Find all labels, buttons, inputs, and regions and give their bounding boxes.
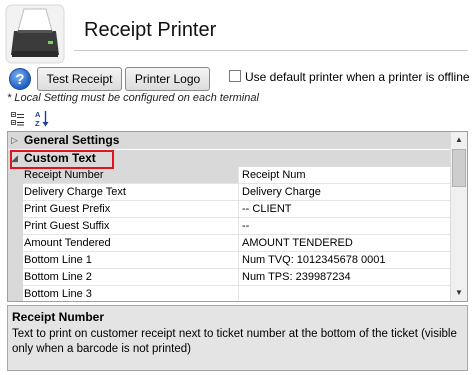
row-gutter <box>8 252 23 269</box>
description-panel: Receipt Number Text to print on customer… <box>7 305 468 371</box>
category-general-settings[interactable]: ▷ General Settings <box>8 132 450 149</box>
row-gutter <box>8 269 23 286</box>
help-icon[interactable]: ? <box>9 68 31 90</box>
default-printer-checkbox[interactable] <box>229 70 241 82</box>
scroll-thumb[interactable] <box>452 149 466 187</box>
page-title: Receipt Printer <box>84 19 217 41</box>
property-row-bottom-line-1[interactable]: Bottom Line 1 Num TVQ: 1012345678 0001 <box>8 252 450 269</box>
property-row-print-guest-prefix[interactable]: Print Guest Prefix -- CLIENT <box>8 201 450 218</box>
scroll-up-arrow-icon[interactable]: ▲ <box>451 132 467 148</box>
property-grid[interactable]: ▷ General Settings ◢ Custom Text Receipt… <box>7 131 468 302</box>
local-setting-note: * Local Setting must be configured on ea… <box>7 92 259 104</box>
printer-logo-button[interactable]: Printer Logo <box>125 67 210 91</box>
custom-text-highlight-box <box>10 150 114 169</box>
row-gutter <box>8 286 23 301</box>
property-row-delivery-charge-text[interactable]: Delivery Charge Text Delivery Charge <box>8 184 450 201</box>
row-gutter <box>8 235 23 252</box>
property-name: Print Guest Prefix <box>23 201 239 217</box>
row-gutter <box>8 201 23 218</box>
description-title: Receipt Number <box>12 310 105 324</box>
property-name: Bottom Line 2 <box>23 269 239 285</box>
property-name: Bottom Line 3 <box>23 286 239 301</box>
row-gutter <box>8 167 23 184</box>
property-row-bottom-line-2[interactable]: Bottom Line 2 Num TPS: 239987234 <box>8 269 450 286</box>
category-label: General Settings <box>24 133 120 147</box>
property-row-bottom-line-3[interactable]: Bottom Line 3 <box>8 286 450 301</box>
row-gutter <box>8 218 23 235</box>
test-receipt-button[interactable]: Test Receipt <box>37 67 122 91</box>
property-row-amount-tendered[interactable]: Amount Tendered AMOUNT TENDERED <box>8 235 450 252</box>
grid-scrollbar[interactable]: ▲ ▼ <box>450 132 467 301</box>
property-name: Amount Tendered <box>23 235 239 251</box>
property-value[interactable]: -- CLIENT <box>242 201 450 217</box>
property-value[interactable]: -- <box>242 218 450 234</box>
row-gutter <box>8 184 23 201</box>
property-value[interactable]: Receipt Num <box>242 167 450 183</box>
property-value[interactable]: Delivery Charge <box>242 184 450 200</box>
svg-text:Z: Z <box>35 119 40 128</box>
description-text: Text to print on customer receipt next t… <box>12 328 457 355</box>
property-value[interactable]: AMOUNT TENDERED <box>242 235 450 251</box>
property-name: Print Guest Suffix <box>23 218 239 234</box>
expand-triangle-icon[interactable]: ▷ <box>11 132 18 149</box>
property-name: Receipt Number <box>23 167 239 183</box>
receipt-printer-icon <box>5 4 65 64</box>
property-value[interactable]: Num TVQ: 1012345678 0001 <box>242 252 450 268</box>
scroll-down-arrow-icon[interactable]: ▼ <box>451 285 467 301</box>
property-name: Bottom Line 1 <box>23 252 239 268</box>
categorized-sort-icon[interactable] <box>11 112 25 126</box>
property-name: Delivery Charge Text <box>23 184 239 200</box>
default-printer-label: Use default printer when a printer is of… <box>245 70 470 84</box>
alphabetical-sort-icon[interactable]: A Z <box>35 110 49 128</box>
header-divider <box>74 50 468 51</box>
property-row-print-guest-suffix[interactable]: Print Guest Suffix -- <box>8 218 450 235</box>
property-row-receipt-number[interactable]: Receipt Number Receipt Num <box>8 167 450 184</box>
svg-text:A: A <box>35 110 41 119</box>
property-value[interactable]: Num TPS: 239987234 <box>242 269 450 285</box>
property-value[interactable] <box>242 286 450 301</box>
